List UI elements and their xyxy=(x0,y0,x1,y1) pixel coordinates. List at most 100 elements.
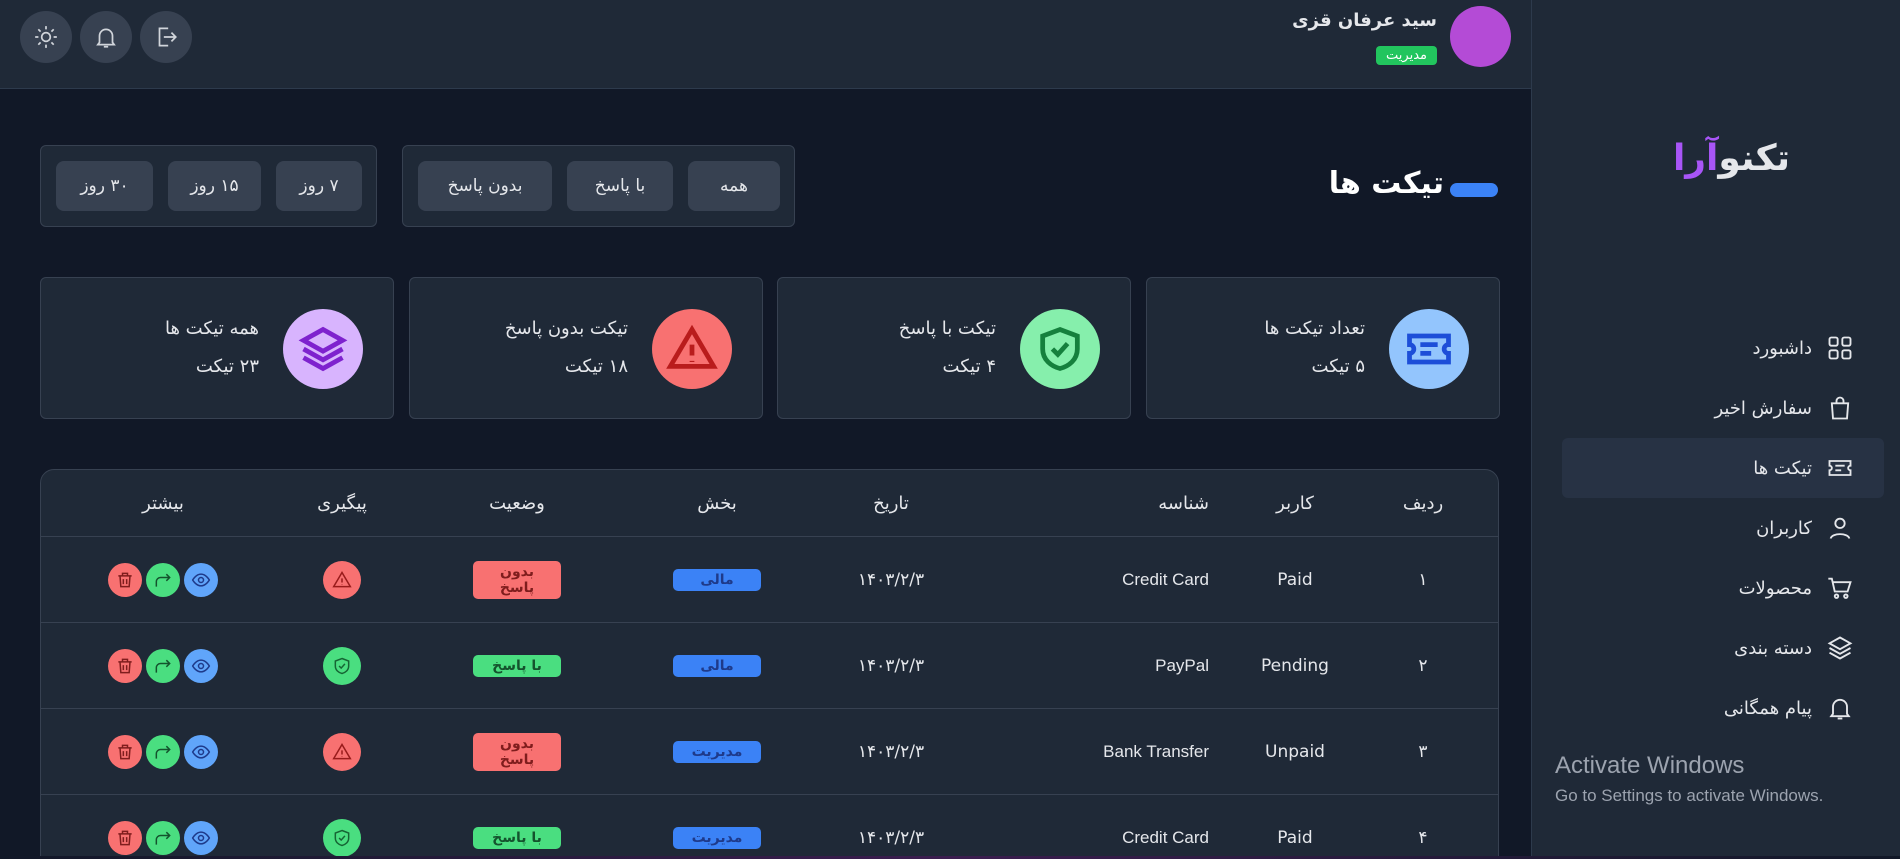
followup-button[interactable] xyxy=(323,732,361,771)
layers-icon xyxy=(1827,636,1853,660)
layers-icon xyxy=(298,326,348,372)
eye-icon xyxy=(191,744,211,759)
delete-button[interactable] xyxy=(108,734,142,769)
avatar[interactable] xyxy=(1450,6,1511,67)
windows-activation-watermark: Activate Windows Go to Settings to activ… xyxy=(1555,752,1823,806)
sidebar-item-label: پیام همگانی xyxy=(1723,697,1812,719)
brand-logo[interactable]: تکنوآرا xyxy=(1532,138,1900,179)
bell-icon-wrap xyxy=(1826,694,1854,722)
table-header: ردیف کاربر شناسه تاریخ بخش وضعیت پیگیری بیشتر xyxy=(41,470,1498,537)
column-header[interactable]: تاریخ xyxy=(816,470,966,536)
stat-card: تعداد تیکت ها ۵ تیکت xyxy=(1146,277,1500,419)
column-header[interactable]: وضعیت xyxy=(437,470,597,536)
row-user: Pending xyxy=(1261,655,1329,676)
trash-icon xyxy=(118,572,132,587)
table-row[interactable]: ۲ Pending PayPal ۱۴۰۳/۲/۳ مالی با پاسخ xyxy=(41,623,1498,709)
column-header[interactable]: ردیف xyxy=(1373,470,1473,536)
grid-icon-wrap xyxy=(1826,334,1854,362)
theme-toggle-button[interactable] xyxy=(20,11,72,63)
forward-button[interactable] xyxy=(146,648,180,683)
sidebar-item-4[interactable]: محصولات xyxy=(1562,558,1884,618)
bag-icon-wrap xyxy=(1826,394,1854,422)
forward-button[interactable] xyxy=(146,562,180,597)
section-badge: مدیریت xyxy=(673,826,761,849)
sidebar-item-label: داشبورد xyxy=(1752,337,1812,359)
sidebar-item-3[interactable]: کاربران xyxy=(1562,498,1884,558)
sidebar-item-2[interactable]: تیکت ها xyxy=(1562,438,1884,498)
share-icon xyxy=(155,831,171,845)
sidebar-item-label: دسته بندی xyxy=(1734,637,1812,659)
period-7-days-button[interactable]: ۷ روز xyxy=(276,161,362,211)
watermark-subtitle: Go to Settings to activate Windows. xyxy=(1555,786,1824,805)
stat-value: ۴ تیکت xyxy=(942,356,996,377)
section-badge: مالی xyxy=(673,568,761,591)
stat-value: ۵ تیکت xyxy=(1311,356,1365,377)
column-header[interactable]: شناسه xyxy=(921,470,1221,536)
trash-icon xyxy=(118,744,132,759)
view-button[interactable] xyxy=(184,734,218,769)
stat-value: ۲۳ تیکت xyxy=(195,356,259,377)
warning-icon xyxy=(332,570,352,587)
cart-icon xyxy=(1828,577,1852,599)
filter-all-button[interactable]: همه xyxy=(688,161,780,211)
grid-icon xyxy=(1828,336,1852,360)
top-header: سید عرفان قزی مدیریت xyxy=(0,0,1531,89)
share-icon xyxy=(155,745,171,759)
delete-button[interactable] xyxy=(108,820,142,855)
status-badge: با پاسخ xyxy=(473,826,561,849)
row-id: Credit Card xyxy=(1122,569,1209,589)
stat-title: تیکت بدون پاسخ xyxy=(504,318,628,339)
column-header[interactable]: بیشتر xyxy=(63,470,263,536)
eye-icon xyxy=(191,658,211,673)
followup-button[interactable] xyxy=(323,646,361,685)
warning-icon xyxy=(332,742,352,759)
sidebar-item-label: محصولات xyxy=(1738,577,1812,599)
delete-button[interactable] xyxy=(108,648,142,683)
sidebar-item-0[interactable]: داشبورد xyxy=(1562,318,1884,378)
stat-icon-circle xyxy=(283,309,363,389)
notifications-button[interactable] xyxy=(80,11,132,63)
followup-button[interactable] xyxy=(323,818,361,857)
view-button[interactable] xyxy=(184,648,218,683)
period-30-days-button[interactable]: ۳۰ روز xyxy=(56,161,153,211)
ticket-icon xyxy=(1407,333,1451,365)
forward-button[interactable] xyxy=(146,734,180,769)
row-date: ۱۴۰۳/۲/۳ xyxy=(857,569,925,590)
logout-icon xyxy=(158,27,177,47)
period-filter-group: ۷ روز ۱۵ روز ۳۰ روز xyxy=(40,145,377,227)
filter-answered-button[interactable]: با پاسخ xyxy=(567,161,673,211)
sidebar-item-6[interactable]: پیام همگانی xyxy=(1562,678,1884,738)
row-index: ۴ xyxy=(1418,827,1428,848)
delete-button[interactable] xyxy=(108,562,142,597)
status-filter-group: همه با پاسخ بدون پاسخ xyxy=(402,145,795,227)
stat-card: تیکت با پاسخ ۴ تیکت xyxy=(777,277,1131,419)
column-header[interactable]: بخش xyxy=(642,470,792,536)
bell-icon xyxy=(96,28,116,48)
user-name: سید عرفان قزی xyxy=(1292,10,1437,31)
column-header[interactable]: پیگیری xyxy=(282,470,402,536)
table-row[interactable]: ۳ Unpaid Bank Transfer ۱۴۰۳/۲/۳ مدیریت بدون پ… xyxy=(41,709,1498,795)
row-date: ۱۴۰۳/۲/۳ xyxy=(857,827,925,848)
period-15-days-button[interactable]: ۱۵ روز xyxy=(168,161,261,211)
table-row[interactable]: ۴ Paid Credit Card ۱۴۰۳/۲/۳ مدیریت با پاسخ xyxy=(41,795,1498,859)
share-icon xyxy=(155,659,171,673)
logo-main: تکنو xyxy=(1718,138,1791,179)
followup-button[interactable] xyxy=(323,560,361,599)
sidebar-item-label: کاربران xyxy=(1756,517,1812,539)
logout-button[interactable] xyxy=(140,11,192,63)
table-row[interactable]: ۱ Paid Credit Card ۱۴۰۳/۲/۳ مالی بدون پاسخ xyxy=(41,537,1498,623)
sun-icon xyxy=(35,26,57,48)
column-header[interactable]: کاربر xyxy=(1220,470,1370,536)
stat-icon-circle xyxy=(1020,309,1100,389)
stat-title: تعداد تیکت ها xyxy=(1264,318,1365,339)
sidebar-item-5[interactable]: دسته بندی xyxy=(1562,618,1884,678)
row-id: Bank Transfer xyxy=(1103,741,1209,761)
forward-button[interactable] xyxy=(146,820,180,855)
view-button[interactable] xyxy=(184,820,218,855)
filter-unanswered-button[interactable]: بدون پاسخ xyxy=(418,161,552,211)
warning-icon xyxy=(666,324,718,369)
sidebar-item-1[interactable]: سفارش اخیر xyxy=(1562,378,1884,438)
stat-title: تیکت با پاسخ xyxy=(898,318,996,339)
logo-accent: آرا xyxy=(1672,138,1719,179)
view-button[interactable] xyxy=(184,562,218,597)
